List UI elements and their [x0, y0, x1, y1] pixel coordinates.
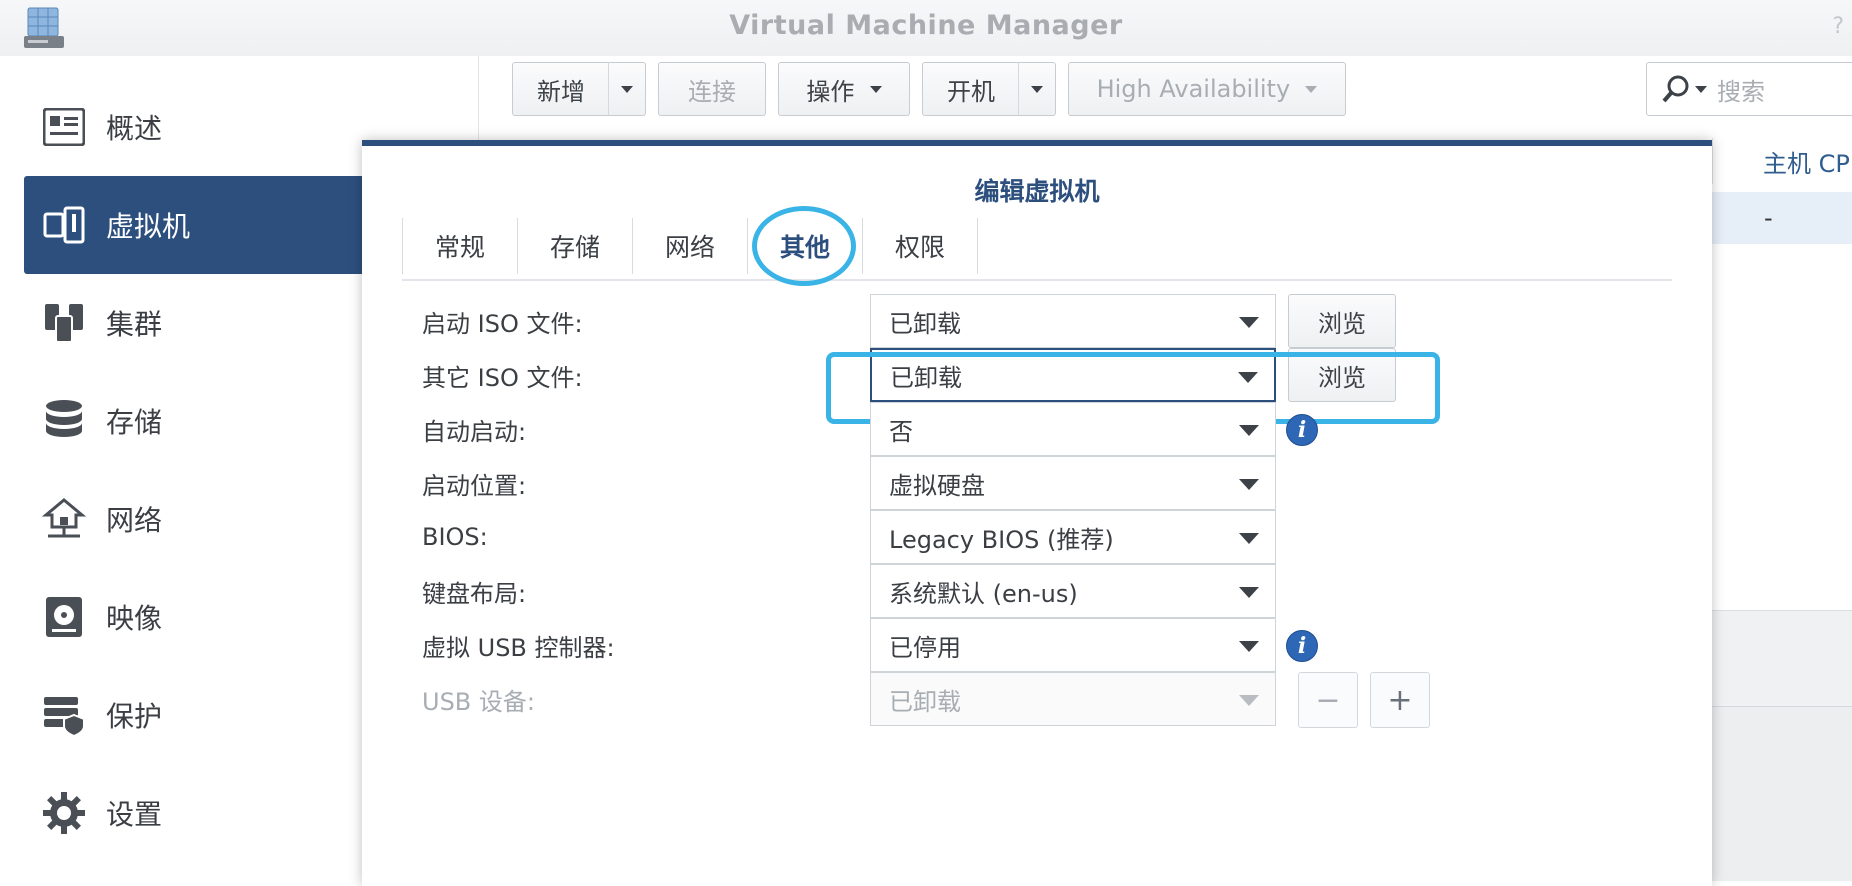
chevron-down-icon — [869, 85, 882, 93]
dropdown-arrow-icon — [1239, 695, 1259, 706]
sidebar-item-label: 存储 — [106, 406, 163, 439]
window-title: Virtual Machine Manager — [729, 10, 1123, 41]
boot-from-select[interactable]: 虚拟硬盘 — [870, 456, 1276, 510]
dialog-title: 编辑虚拟机 — [974, 177, 1100, 206]
sidebar-item-label: 虚拟机 — [106, 210, 191, 243]
sidebar: 概述 虚拟机 集群 存储 网络 映像 保护 设置 — [0, 56, 362, 880]
dropdown-arrow-icon — [1239, 479, 1259, 490]
autostart-label: 自动启动: — [422, 417, 527, 446]
keyboard-layout-select[interactable]: 系统默认 (en-us) — [870, 564, 1276, 618]
action-label: 操作 — [806, 77, 855, 106]
add-usb-device-button[interactable]: + — [1370, 672, 1430, 728]
detail-panel-lower — [1712, 706, 1852, 881]
tab-network[interactable]: 网络 — [633, 218, 748, 274]
sidebar-item-image[interactable]: 映像 — [24, 568, 362, 666]
image-icon — [42, 595, 86, 639]
sidebar-item-label: 集群 — [106, 308, 163, 341]
new-dropdown-button[interactable] — [608, 62, 646, 116]
chevron-down-icon — [621, 85, 633, 93]
sidebar-item-storage[interactable]: 存储 — [24, 372, 362, 470]
edit-vm-dialog: 编辑虚拟机 常规 存储 网络 其他 权限 启动 ISO 文件: 已卸载 浏览 其… — [362, 140, 1712, 886]
boot-iso-browse-button[interactable]: 浏览 — [1288, 294, 1396, 348]
new-button[interactable]: 新增 — [512, 62, 610, 116]
dropdown-arrow-icon — [1239, 641, 1259, 652]
chevron-down-icon — [1305, 85, 1318, 93]
cluster-icon — [42, 301, 86, 345]
remove-usb-device-button[interactable]: − — [1298, 672, 1358, 728]
dropdown-arrow-icon — [1239, 317, 1259, 328]
bios-label: BIOS: — [422, 523, 488, 551]
info-icon[interactable]: i — [1286, 630, 1318, 662]
usb-device-select[interactable]: 已卸载 — [870, 672, 1276, 726]
sidebar-item-protection[interactable]: 保护 — [24, 666, 362, 764]
sidebar-item-overview[interactable]: 概述 — [24, 78, 362, 176]
tab-storage[interactable]: 存储 — [518, 218, 633, 274]
help-icon[interactable]: ? — [1832, 14, 1844, 39]
power-on-dropdown-button[interactable] — [1018, 62, 1056, 116]
usb-device-label: USB 设备: — [422, 687, 535, 716]
sidebar-item-label: 概述 — [106, 112, 163, 145]
keyboard-layout-label: 键盘布局: — [422, 579, 527, 608]
title-bar: Virtual Machine Manager ? — [0, 0, 1852, 56]
usb-device-value: 已卸载 — [889, 687, 961, 716]
search-placeholder: 搜索 — [1717, 77, 1765, 106]
protection-icon — [42, 693, 86, 737]
chevron-down-icon — [1031, 85, 1043, 93]
keyboard-layout-value: 系统默认 (en-us) — [889, 579, 1078, 608]
high-availability-label: High Availability — [1096, 75, 1291, 103]
sidebar-item-label: 保护 — [106, 700, 163, 733]
boot-from-label: 启动位置: — [422, 471, 527, 500]
other-iso-label: 其它 ISO 文件: — [422, 363, 583, 392]
usb-controller-select[interactable]: 已停用 — [870, 618, 1276, 672]
usb-controller-value: 已停用 — [889, 633, 961, 662]
high-availability-button[interactable]: High Availability — [1068, 62, 1346, 116]
usb-controller-label: 虚拟 USB 控制器: — [422, 633, 615, 662]
dialog-tabs: 常规 存储 网络 其他 权限 — [402, 218, 978, 274]
sidebar-item-label: 网络 — [106, 504, 163, 537]
dropdown-arrow-icon — [1239, 425, 1259, 436]
connect-button[interactable]: 连接 — [658, 62, 766, 116]
sidebar-item-network[interactable]: 网络 — [24, 470, 362, 568]
settings-icon — [42, 791, 86, 835]
boot-iso-select[interactable]: 已卸载 — [870, 294, 1276, 348]
boot-iso-label: 启动 ISO 文件: — [422, 309, 583, 338]
dropdown-arrow-icon — [1239, 533, 1259, 544]
sidebar-item-virtual-machine[interactable]: 虚拟机 — [24, 176, 362, 274]
sidebar-item-settings[interactable]: 设置 — [24, 764, 362, 862]
search-icon[interactable] — [1661, 74, 1691, 104]
dropdown-arrow-icon — [1239, 587, 1259, 598]
sidebar-item-cluster[interactable]: 集群 — [24, 274, 362, 372]
tab-permissions[interactable]: 权限 — [863, 218, 978, 274]
column-header-host-cpu[interactable]: 主机 CP — [1712, 138, 1852, 184]
autostart-select[interactable]: 否 — [870, 402, 1276, 456]
power-on-button[interactable]: 开机 — [922, 62, 1020, 116]
storage-icon — [42, 399, 86, 443]
sidebar-item-label: 设置 — [106, 798, 163, 831]
network-icon — [42, 497, 86, 541]
info-icon[interactable]: i — [1286, 414, 1318, 446]
tab-divider — [402, 279, 1672, 281]
bios-value: Legacy BIOS (推荐) — [889, 525, 1114, 554]
boot-from-value: 虚拟硬盘 — [889, 471, 985, 500]
tab-general[interactable]: 常规 — [402, 218, 518, 274]
virtual-machine-icon — [42, 203, 86, 247]
overview-icon — [42, 105, 86, 149]
table-row[interactable]: - — [1712, 192, 1852, 244]
bios-select[interactable]: Legacy BIOS (推荐) — [870, 510, 1276, 564]
autostart-value: 否 — [889, 417, 913, 446]
sidebar-item-label: 映像 — [106, 602, 163, 635]
boot-iso-value: 已卸载 — [889, 309, 961, 338]
tab-highlight-circle — [752, 206, 856, 286]
action-button[interactable]: 操作 — [778, 62, 910, 116]
chevron-down-icon[interactable] — [1695, 85, 1707, 93]
search-input[interactable]: 搜索 — [1646, 62, 1852, 116]
